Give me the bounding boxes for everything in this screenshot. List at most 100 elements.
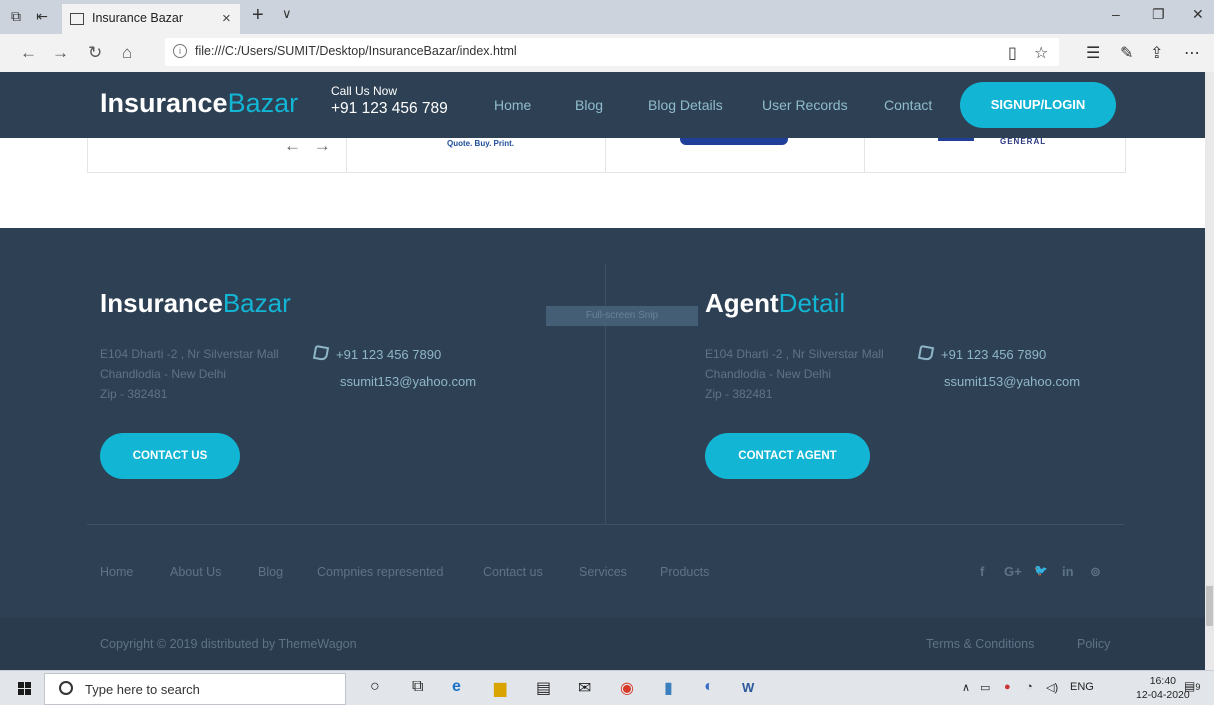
contact-us-button[interactable]: CONTACT US — [100, 433, 240, 479]
url-text: file:///C:/Users/SUMIT/Desktop/Insurance… — [195, 44, 517, 58]
minimize-icon[interactable]: – — [1112, 6, 1120, 22]
language-indicator[interactable]: ENG — [1070, 681, 1094, 693]
task-view-icon[interactable]: ⧉ — [412, 678, 423, 696]
tab-dropdown-icon[interactable]: ∨ — [282, 6, 292, 22]
close-window-icon[interactable]: ✕ — [1192, 6, 1204, 23]
word-icon[interactable]: W — [742, 680, 754, 695]
terms-link[interactable]: Terms & Conditions — [926, 637, 1034, 651]
browser-tab[interactable]: Insurance Bazar × — [62, 4, 240, 34]
footer-logo: InsuranceBazar — [100, 288, 291, 319]
contact-agent-button[interactable]: CONTACT AGENT — [705, 433, 870, 479]
tab-actions-icon[interactable]: ⧉ — [8, 8, 24, 24]
footer-address: E104 Dharti -2 , Nr Silverstar Mall Chan… — [100, 344, 279, 404]
address-bar: ← → ↻ ⌂ i file:///C:/Users/SUMIT/Desktop… — [0, 34, 1214, 73]
notification-icon[interactable]: ▤9 — [1184, 679, 1200, 693]
logo-bold-text: Insurance — [100, 88, 228, 118]
cortana-icon[interactable]: ○ — [370, 678, 380, 696]
file-explorer-icon[interactable]: ▆ — [494, 678, 506, 698]
quote-buy-print-logo: Quote. Buy. Print. — [447, 139, 514, 148]
call-label: Call Us Now — [331, 84, 398, 98]
footer-link-services[interactable]: Services — [579, 565, 627, 579]
chrome-icon[interactable]: ◉ — [620, 678, 634, 698]
footer-link-companies[interactable]: Compnies represented — [317, 565, 443, 579]
clock[interactable]: 16:40 12-04-2020 — [1136, 674, 1190, 702]
linkedin-icon[interactable]: in — [1062, 564, 1074, 579]
pinterest-icon[interactable]: ⊚ — [1090, 564, 1101, 580]
tray-chevron-icon[interactable]: ∧ — [962, 681, 970, 694]
call-number: +91 123 456 789 — [331, 100, 448, 117]
notification-count: 9 — [1195, 682, 1201, 692]
nav-blog-details[interactable]: Blog Details — [648, 97, 723, 113]
new-tab-icon[interactable]: + — [252, 4, 264, 27]
pen-icon[interactable]: ✎ — [1120, 43, 1133, 63]
back-icon[interactable]: ← — [20, 44, 37, 61]
footer-link-blog[interactable]: Blog — [258, 565, 283, 579]
phone-icon — [917, 344, 935, 362]
home-icon[interactable]: ⌂ — [122, 44, 132, 61]
address-line: E104 Dharti -2 , Nr Silverstar Mall — [705, 347, 884, 361]
footer-link-contact[interactable]: Contact us — [483, 565, 543, 579]
store-icon[interactable]: ▤ — [536, 678, 551, 698]
favorites-hub-icon[interactable]: ☰ — [1086, 43, 1100, 63]
google-plus-icon[interactable]: G+ — [1004, 564, 1022, 579]
carousel-arrows[interactable]: ← → — [284, 136, 335, 156]
footer-divider — [605, 264, 606, 524]
refresh-icon[interactable]: ↻ — [88, 44, 102, 61]
address-line: Zip - 382481 — [100, 387, 168, 401]
general-logo: GENERAL — [1000, 137, 1047, 146]
arrow-app-icon[interactable]: ◐ — [704, 678, 714, 696]
signup-login-button[interactable]: SIGNUP/LOGIN — [960, 82, 1116, 128]
scrollbar-thumb[interactable] — [1206, 586, 1213, 626]
page-scrollbar[interactable] — [1205, 72, 1214, 670]
edge-icon[interactable]: e — [452, 678, 461, 696]
phone-text: +91 123 456 7890 — [941, 347, 1047, 362]
tab-close-icon[interactable]: × — [222, 10, 231, 27]
copyright-text: Copyright © 2019 distributed by ThemeWag… — [100, 637, 357, 651]
url-field[interactable]: i file:///C:/Users/SUMIT/Desktop/Insuran… — [165, 38, 1059, 66]
windows-start-icon[interactable] — [18, 682, 31, 695]
site-logo[interactable]: InsuranceBazar — [100, 88, 298, 119]
network-icon[interactable]: ▭ — [980, 681, 990, 694]
nav-user-records[interactable]: User Records — [762, 97, 848, 113]
footer-logo-bold: Insurance — [100, 288, 223, 318]
reading-view-icon[interactable]: ▯ — [1008, 43, 1017, 63]
restore-icon[interactable]: ❐ — [1152, 6, 1165, 23]
search-icon — [59, 681, 73, 695]
partner-strip: ← → Quote. Buy. Print. GENERAL — [0, 136, 1205, 228]
nav-blog[interactable]: Blog — [575, 97, 603, 113]
wifi-icon[interactable]: ◔ — [1026, 681, 1033, 693]
footer-link-products[interactable]: Products — [660, 565, 709, 579]
agent-address: E104 Dharti -2 , Nr Silverstar Mall Chan… — [705, 344, 884, 404]
address-line: Chandlodia - New Delhi — [100, 367, 227, 381]
favorite-star-icon[interactable]: ☆ — [1034, 43, 1048, 63]
volume-icon[interactable]: ◁) — [1046, 681, 1058, 694]
page-icon — [70, 13, 84, 25]
agent-detail-logo: AgentDetail — [705, 288, 845, 319]
clock-time: 16:40 — [1149, 675, 1176, 687]
share-icon[interactable]: ⇪ — [1150, 43, 1163, 63]
logo-light-text: Bazar — [227, 88, 299, 118]
app-icon[interactable]: ▮ — [664, 678, 673, 698]
browser-tab-bar: ⧉ ⇤ Insurance Bazar × + ∨ – ❐ ✕ — [0, 0, 1214, 34]
footer-phone: +91 123 456 7890 — [312, 344, 441, 362]
more-icon[interactable]: ⋯ — [1184, 43, 1200, 63]
footer-email[interactable]: ssumit153@yahoo.com — [340, 374, 476, 389]
info-icon[interactable]: i — [173, 44, 187, 58]
set-aside-tabs-icon[interactable]: ⇤ — [34, 8, 50, 24]
policy-link[interactable]: Policy — [1077, 637, 1110, 651]
chrome-tray-icon[interactable]: ● — [1004, 681, 1011, 693]
site-footer: InsuranceBazar E104 Dharti -2 , Nr Silve… — [0, 228, 1205, 670]
snip-overlay[interactable]: Full-screen Snip — [546, 306, 698, 326]
address-line: Chandlodia - New Delhi — [705, 367, 832, 381]
agent-email[interactable]: ssumit153@yahoo.com — [944, 374, 1080, 389]
twitter-icon[interactable]: 🐦 — [1034, 564, 1048, 577]
footer-link-home[interactable]: Home — [100, 565, 133, 579]
nav-home[interactable]: Home — [494, 97, 531, 113]
mail-icon[interactable]: ✉ — [578, 678, 591, 698]
nav-contact[interactable]: Contact — [884, 97, 932, 113]
footer-link-about[interactable]: About Us — [170, 565, 221, 579]
forward-icon[interactable]: → — [52, 44, 69, 61]
taskbar-search[interactable]: Type here to search — [44, 673, 346, 705]
facebook-icon[interactable]: f — [980, 564, 984, 579]
site-header: InsuranceBazar Call Us Now +91 123 456 7… — [0, 72, 1205, 138]
